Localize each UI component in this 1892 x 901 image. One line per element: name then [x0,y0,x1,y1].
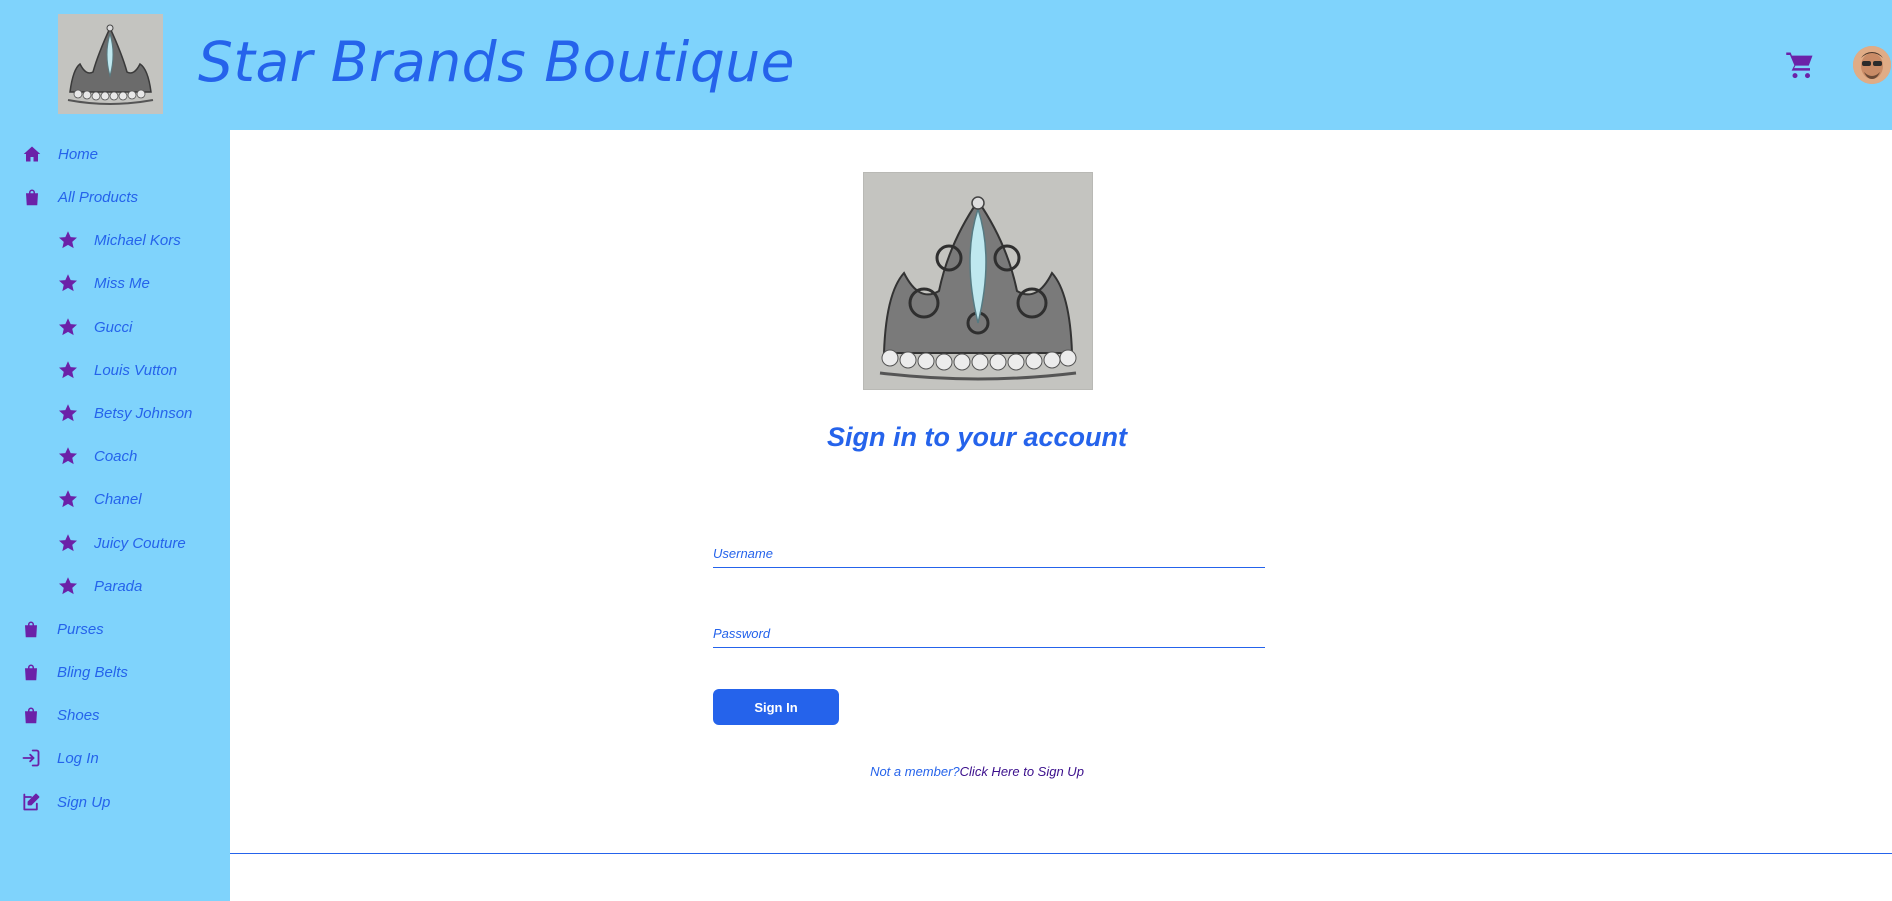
sidebar-item-home[interactable]: Home [22,139,98,169]
sidebar-item-label: Betsy Johnson [94,404,193,422]
logo-crown-image[interactable] [58,14,163,114]
sidebar-item-label: All Products [58,188,139,206]
star-icon [58,446,78,466]
home-icon [22,144,42,164]
sidebar-item-chanel[interactable]: Chanel [58,484,142,514]
star-icon [58,489,78,509]
sidebar-item-betsy-johnson[interactable]: Betsy Johnson [58,398,192,428]
sidebar-item-juicy-couture[interactable]: Juicy Couture [58,528,186,558]
sidebar-item-purses[interactable]: Purses [21,614,104,644]
sign-in-button[interactable]: Sign In [713,689,839,725]
password-input[interactable] [713,626,1265,641]
sidebar-item-gucci[interactable]: Gucci [58,312,132,342]
star-icon [58,273,78,293]
sidebar-item-bling-belts[interactable]: Bling Belts [21,657,128,687]
site-title[interactable]: Star Brands Boutique [198,30,795,94]
sidebar-item-label: Log In [57,749,99,767]
sidebar-item-label: Michael Kors [94,231,181,249]
star-icon [58,230,78,250]
sidebar-item-all-products[interactable]: All Products [22,182,138,212]
login-icon [21,748,41,768]
header: Star Brands Boutique [0,0,1892,130]
sidebar-item-label: Gucci [94,318,133,336]
sidebar-item-label: Chanel [94,490,142,508]
sidebar-item-coach[interactable]: Coach [58,441,137,471]
sidebar-item-label: Miss Me [94,274,150,292]
signup-prompt: Not a member?Click Here to Sign Up [230,764,1724,779]
sidebar-item-label: Coach [94,447,138,465]
sidebar-item-label: Louis Vutton [94,361,178,379]
bag-icon [21,662,41,682]
sidebar-item-miss-me[interactable]: Miss Me [58,268,150,298]
crown-image [863,172,1093,390]
sidebar-item-label: Bling Belts [57,663,128,681]
bag-icon [21,619,41,639]
star-icon [58,403,78,423]
sidebar-item-label: Home [58,145,99,163]
sidebar-item-parada[interactable]: Parada [58,571,142,601]
signup-icon [21,792,41,812]
main-content: Sign in to your account Sign In Not a me… [230,130,1892,901]
username-field-wrapper [713,533,1265,568]
sidebar-item-shoes[interactable]: Shoes [21,700,100,730]
sidebar-nav: Home All Products Michael Kors Miss Me G… [0,130,230,901]
sidebar-item-log-in[interactable]: Log In [21,743,99,773]
not-member-text: Not a member? [870,764,960,779]
page-title: Sign in to your account [826,422,1127,452]
sidebar-item-label: Parada [94,577,143,595]
sidebar-item-label: Sign Up [57,793,111,811]
bag-icon [21,705,41,725]
star-icon [58,317,78,337]
footer-divider [230,853,1892,854]
sidebar-item-label: Juicy Couture [94,534,186,552]
sidebar-item-label: Purses [57,620,104,638]
bag-icon [22,187,42,207]
star-icon [58,533,78,553]
sidebar-item-michael-kors[interactable]: Michael Kors [58,225,181,255]
password-field-wrapper [713,613,1265,648]
star-icon [58,576,78,596]
user-avatar[interactable] [1853,46,1891,84]
sign-up-link[interactable]: Click Here to Sign Up [960,764,1084,779]
sidebar-item-sign-up[interactable]: Sign Up [21,787,110,817]
sidebar-item-label: Shoes [57,706,100,724]
star-icon [58,360,78,380]
cart-icon[interactable] [1785,50,1815,80]
sidebar-item-louis-vutton[interactable]: Louis Vutton [58,355,177,385]
username-input[interactable] [713,546,1265,561]
